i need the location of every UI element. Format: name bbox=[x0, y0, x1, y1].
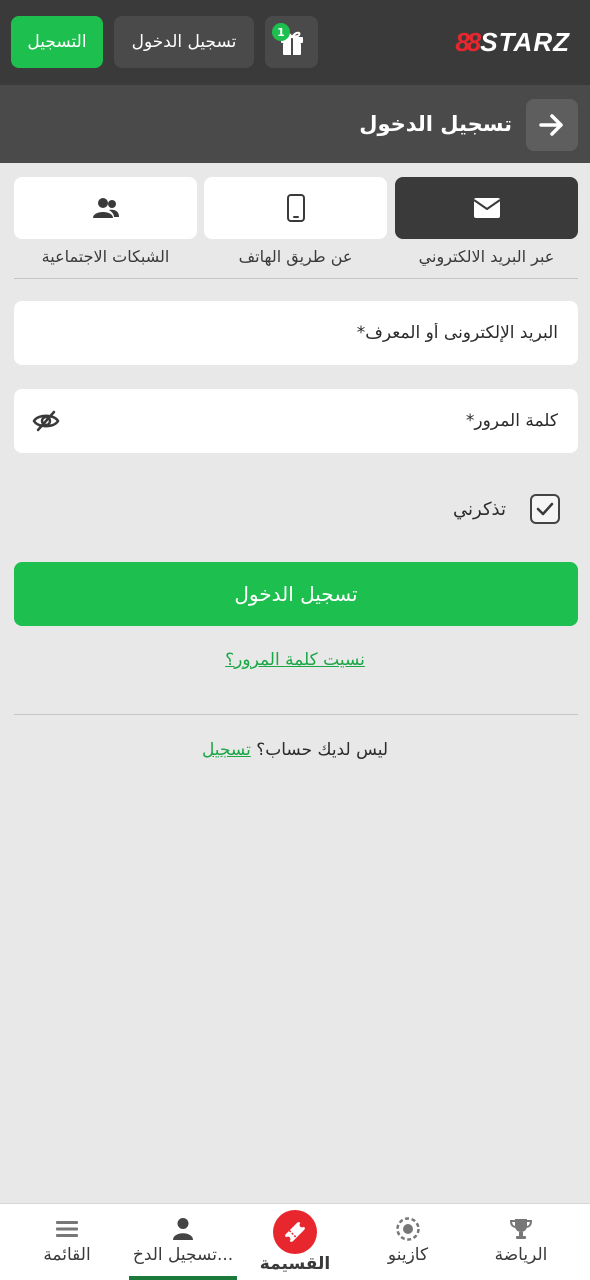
remember-me-label[interactable]: تذكرني bbox=[453, 494, 506, 524]
nav-item-sports[interactable]: الرياضة bbox=[462, 1204, 580, 1280]
top-header: التسجيل تسجيل الدخول 1 88 STARZ bbox=[0, 0, 590, 85]
remember-me-checkbox[interactable] bbox=[530, 494, 560, 524]
form-divider bbox=[14, 714, 578, 715]
password-field[interactable] bbox=[14, 389, 578, 453]
logo-text: STARZ bbox=[480, 26, 570, 57]
submit-login-button[interactable]: تسجيل الدخول bbox=[14, 562, 578, 626]
email-field-container bbox=[14, 301, 578, 365]
password-field-container bbox=[14, 389, 578, 453]
tab-phone[interactable] bbox=[204, 177, 387, 239]
brand-logo[interactable]: 88 STARZ bbox=[455, 24, 570, 60]
register-button[interactable]: التسجيل bbox=[11, 16, 103, 68]
eye-slash-icon[interactable] bbox=[32, 409, 60, 433]
logo-mark: 88 bbox=[455, 26, 481, 57]
tab-social-label[interactable]: الشبكات الاجتماعية bbox=[14, 243, 197, 269]
nav-item-login[interactable]: تسجيل الدخ... bbox=[124, 1204, 242, 1280]
nav-label-login: تسجيل الدخ... bbox=[132, 1245, 234, 1265]
nav-label-sports: الرياضة bbox=[494, 1245, 548, 1265]
title-bar: تسجيل الدخول bbox=[0, 85, 590, 163]
checkmark-icon bbox=[536, 502, 554, 516]
ticket-icon bbox=[285, 1222, 305, 1242]
nav-label-casino: كازينو bbox=[387, 1245, 429, 1265]
gift-count-badge: 1 bbox=[272, 23, 290, 41]
tab-social[interactable] bbox=[14, 177, 197, 239]
page-title: تسجيل الدخول bbox=[359, 112, 512, 136]
back-button[interactable] bbox=[526, 99, 578, 151]
envelope-icon bbox=[472, 198, 501, 218]
nav-item-casino[interactable]: كازينو bbox=[349, 1204, 467, 1280]
gift-button[interactable]: 1 bbox=[265, 16, 318, 68]
forgot-password-link[interactable]: نسيت كلمة المرور؟ bbox=[0, 650, 590, 678]
tab-phone-label[interactable]: عن طريق الهاتف bbox=[204, 243, 387, 269]
users-icon bbox=[92, 198, 119, 218]
tab-email[interactable] bbox=[395, 177, 578, 239]
bottom-nav: الرياضة كازينو القسيمة تسجيل الدخ... الق… bbox=[0, 1203, 590, 1280]
register-link[interactable]: تسجيل bbox=[202, 740, 251, 760]
casino-chip-icon bbox=[396, 1217, 420, 1241]
no-account-row: ليس لديك حساب؟ تسجيل bbox=[0, 740, 590, 768]
tabs-divider bbox=[14, 278, 578, 279]
nav-label-coupon: القسيمة bbox=[259, 1254, 331, 1274]
nav-label-menu: القائمة bbox=[43, 1245, 91, 1265]
email-field[interactable] bbox=[14, 301, 578, 365]
nav-item-menu[interactable]: القائمة bbox=[8, 1204, 126, 1280]
active-tab-indicator bbox=[129, 1276, 237, 1280]
nav-item-coupon[interactable]: القسيمة bbox=[236, 1204, 354, 1280]
trophy-icon bbox=[509, 1219, 533, 1239]
tab-email-label[interactable]: عبر البريد الالكتروني bbox=[395, 243, 578, 269]
user-icon bbox=[173, 1218, 193, 1240]
login-button[interactable]: تسجيل الدخول bbox=[114, 16, 254, 68]
arrow-right-icon bbox=[539, 114, 563, 136]
no-account-text: ليس لديك حساب؟ bbox=[256, 740, 389, 760]
menu-icon bbox=[56, 1221, 78, 1237]
phone-icon bbox=[286, 194, 305, 222]
